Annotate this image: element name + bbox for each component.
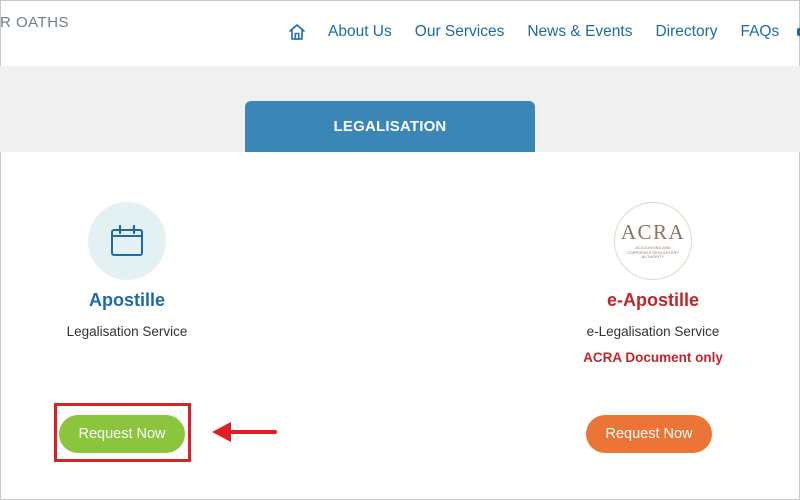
nav-news-events[interactable]: News & Events [527, 23, 632, 41]
nav-our-services[interactable]: Our Services [415, 23, 505, 41]
acra-logo-word: ACRA [620, 219, 686, 244]
service-subtitle: e-Legalisation Service [586, 324, 720, 339]
tab-legalisation[interactable]: LEGALISATION [245, 101, 535, 152]
service-note: ACRA Document only [583, 350, 723, 365]
service-card-apostille: Apostille Legalisation Service [27, 202, 227, 339]
left-arrow-icon [212, 422, 277, 442]
calendar-icon [88, 202, 166, 280]
home-icon[interactable] [288, 22, 306, 42]
acra-logo: ACRA ACCOUNTING AND CORPORATE REGULATORY… [614, 202, 692, 280]
site-brand[interactable]: R OATHS [0, 14, 69, 31]
e-apostille-request-button[interactable]: Request Now [586, 415, 712, 453]
main-nav: About Us Our Services News & Events Dire… [288, 22, 800, 42]
highlight-box [54, 403, 191, 462]
service-subtitle: Legalisation Service [66, 324, 188, 339]
nav-faqs[interactable]: FAQs [740, 23, 779, 41]
acra-logo-subtext: ACCOUNTING AND CORPORATE REGULATORY AUTH… [627, 245, 679, 260]
service-title: Apostille [88, 290, 165, 310]
service-card-e-apostille: ACRA ACCOUNTING AND CORPORATE REGULATORY… [553, 202, 753, 365]
service-title: e-Apostille [606, 290, 699, 310]
nav-directory[interactable]: Directory [655, 23, 717, 41]
nav-about-us[interactable]: About Us [328, 23, 392, 41]
